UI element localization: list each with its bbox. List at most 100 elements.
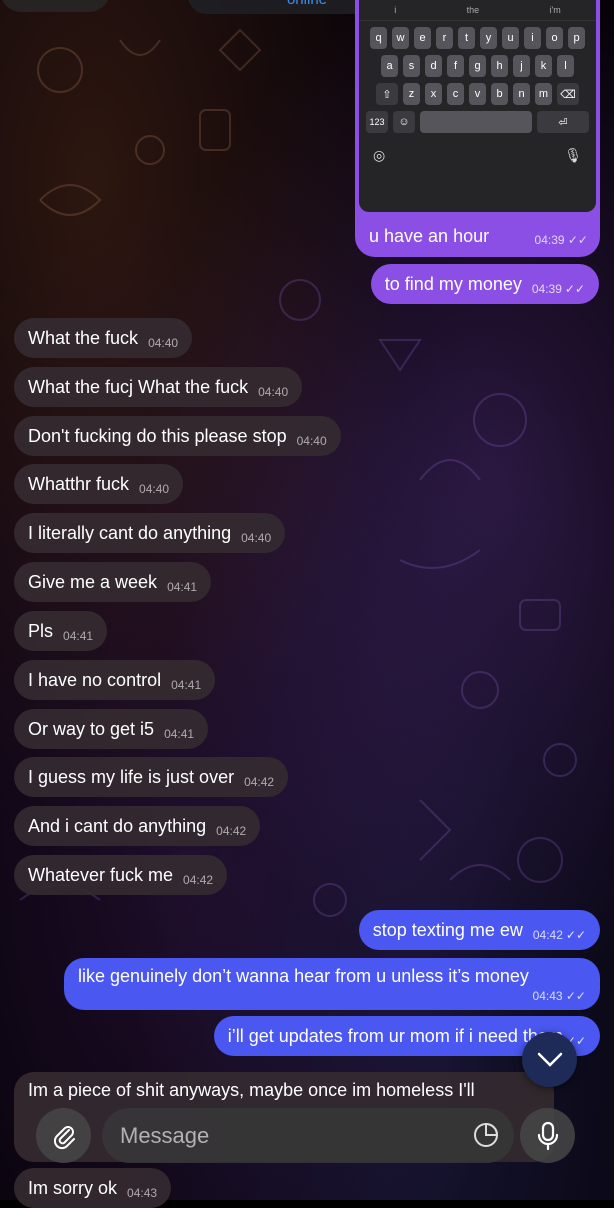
read-checkmarks-icon: ✓✓: [564, 282, 585, 296]
message-text: I guess my life is just over: [28, 766, 235, 787]
message-text: Whatever fuck me: [28, 864, 174, 885]
message-time: 04:42: [532, 928, 563, 942]
key-row: asdfghjkl: [359, 55, 596, 77]
outgoing-message[interactable]: like genuinely don’t wanna hear from u u…: [64, 958, 600, 1010]
key: l: [557, 55, 574, 77]
message-text: i’ll get updates from ur mom if i need t…: [227, 1025, 563, 1046]
message-text: Im sorry ok: [28, 1177, 118, 1198]
key: b: [491, 83, 508, 105]
paperclip-icon: [53, 1125, 75, 1149]
incoming-message[interactable]: Give me a week 04:41: [14, 562, 212, 602]
key: y: [480, 27, 497, 49]
message-text: Pls: [28, 620, 54, 641]
key: a: [381, 55, 398, 77]
message-time: 04:40: [258, 385, 289, 399]
microphone-icon: [537, 1121, 558, 1150]
suggestion: the: [466, 5, 480, 15]
key: z: [403, 83, 420, 105]
key: t: [458, 27, 475, 49]
incoming-message[interactable]: What the fucj What the fuck 04:40: [14, 367, 303, 407]
message-text: Or way to get i5: [28, 718, 155, 739]
key: r: [436, 27, 453, 49]
incoming-message[interactable]: Whatever fuck me 04:42: [14, 855, 228, 895]
incoming-message[interactable]: Whatthr fuck 04:40: [14, 464, 184, 504]
incoming-message[interactable]: Or way to get i5 04:41: [14, 709, 209, 749]
key: d: [425, 55, 442, 77]
online-status: online: [287, 0, 327, 14]
message-meta: 04:43 ✓✓: [532, 989, 586, 1003]
message-time: 04:42: [244, 775, 275, 789]
message-meta: 04:39 ✓✓: [534, 233, 588, 247]
space-key: [420, 111, 532, 133]
key: h: [491, 55, 508, 77]
read-checkmarks-icon: ✓✓: [565, 928, 586, 942]
message-time: 04:39: [531, 282, 562, 296]
key: o: [546, 27, 563, 49]
outgoing-message[interactable]: to find my money 04:39 ✓✓: [370, 264, 599, 304]
message-time: 04:42: [183, 873, 214, 887]
incoming-message[interactable]: I guess my life is just over 04:42: [14, 757, 289, 797]
message-time: 04:41: [164, 727, 195, 741]
message-text: I have no control: [28, 669, 162, 690]
key: x: [425, 83, 442, 105]
incoming-message[interactable]: And i cant do anything 04:42: [14, 806, 261, 846]
key: w: [392, 27, 409, 49]
key: p: [568, 27, 585, 49]
key: j: [513, 55, 530, 77]
incoming-message[interactable]: Pls 04:41: [14, 611, 108, 651]
keyboard-bottom: ◎ 🎙︎: [359, 147, 596, 164]
image-message-bubble[interactable]: i the i'm qwertyuiop asdfghjkl ⇧ zxcvbnm…: [355, 0, 600, 257]
key-row: 123 ☺ ⏎: [359, 111, 596, 133]
back-button[interactable]: [0, 0, 110, 12]
message-time: 04:42: [216, 824, 247, 838]
message-time: 04:40: [139, 482, 170, 496]
incoming-message[interactable]: I literally cant do anything 04:40: [14, 513, 286, 553]
message-time: 04:43: [127, 1186, 158, 1200]
key: u: [502, 27, 519, 49]
emoji-icon: ☺: [393, 111, 415, 133]
message-time: 04:41: [171, 678, 202, 692]
message-text: like genuinely don’t wanna hear from u u…: [78, 966, 529, 986]
microphone-button[interactable]: [520, 1108, 575, 1163]
key: v: [469, 83, 486, 105]
globe-icon: ◎: [373, 147, 386, 163]
dictation-icon: 🎙︎: [564, 147, 582, 163]
message-text: Don't fucking do this please stop: [28, 425, 287, 446]
incoming-message[interactable]: What the fuck 04:40: [14, 318, 193, 358]
key: m: [535, 83, 552, 105]
incoming-message[interactable]: Im sorry ok 04:43: [14, 1168, 172, 1208]
message-time: 04:41: [63, 629, 94, 643]
message-text: What the fuck: [28, 327, 139, 348]
attach-button[interactable]: [36, 1108, 91, 1163]
message-text: Give me a week: [28, 571, 158, 592]
message-input-container: [102, 1108, 514, 1163]
suggestion: i'm: [549, 5, 561, 15]
incoming-message[interactable]: I have no control 04:41: [14, 660, 216, 700]
return-key: ⏎: [537, 111, 589, 133]
message-input[interactable]: [118, 1121, 462, 1150]
key: s: [403, 55, 420, 77]
message-time: 04:40: [241, 531, 272, 545]
key-row: ⇧ z x c v b n m ⌫: [359, 83, 596, 105]
key: k: [535, 55, 552, 77]
message-text: u have an hour: [369, 226, 490, 246]
backspace-icon: ⌫: [557, 83, 579, 105]
message-text: to find my money: [384, 273, 522, 294]
scroll-down-button[interactable]: [522, 1032, 577, 1087]
key: q: [370, 27, 387, 49]
numbers-key: 123: [366, 111, 388, 133]
key: c: [447, 83, 464, 105]
message-text: What the fucj What the fuck: [28, 376, 249, 397]
composer-bar: [0, 1100, 614, 1170]
incoming-message[interactable]: Don't fucking do this please stop 04:40: [14, 416, 341, 456]
key: f: [447, 55, 464, 77]
suggestion-bar: i the i'm: [359, 0, 596, 21]
sticker-icon[interactable]: [472, 1121, 500, 1149]
message-time: 04:40: [148, 336, 179, 350]
keyboard-screenshot: i the i'm qwertyuiop asdfghjkl ⇧ zxcvbnm…: [359, 0, 596, 212]
message-text: Whatthr fuck: [28, 473, 130, 494]
shift-icon: ⇧: [376, 83, 398, 105]
key: n: [513, 83, 530, 105]
outgoing-message[interactable]: stop texting me ew 04:42 ✓✓: [358, 910, 600, 950]
message-text: stop texting me ew: [372, 919, 523, 940]
